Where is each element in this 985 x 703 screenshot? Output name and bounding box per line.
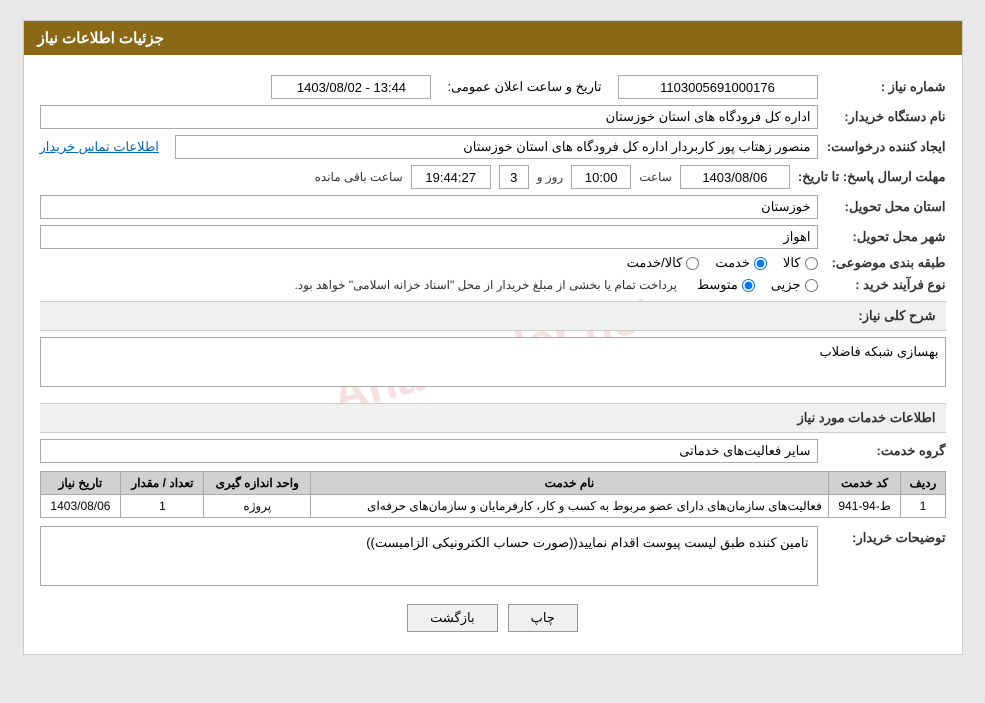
category-kala-khedmat[interactable]: کالا/خدمت <box>627 255 700 271</box>
need-desc-section-header: شرح کلی نیاز: <box>40 301 946 331</box>
purchase-type-motavasset-label: متوسط <box>697 277 738 293</box>
category-kala-khedmat-label: کالا/خدمت <box>627 255 683 271</box>
creator-label: ایجاد کننده درخواست: <box>826 139 946 155</box>
purchase-type-jozi[interactable]: جزیی <box>771 277 818 293</box>
need-number-value: 1103005691000176 <box>618 75 818 99</box>
deadline-time-label: ساعت <box>639 170 672 184</box>
category-kala[interactable]: کالا <box>783 255 818 271</box>
category-kala-radio[interactable] <box>805 257 818 270</box>
category-kala-khedmat-radio[interactable] <box>686 257 699 270</box>
announce-date-value: 1403/08/02 - 13:44 <box>271 75 431 99</box>
services-section-label: اطلاعات خدمات مورد نیاز <box>797 410 935 425</box>
need-number-label: شماره نیاز : <box>826 79 946 95</box>
page-title: جزئیات اطلاعات نیاز <box>38 30 165 47</box>
col-row: ردیف <box>901 472 945 495</box>
services-table: ردیف کد خدمت نام خدمت واحد اندازه گیری ت… <box>40 471 946 518</box>
deadline-remaining-label: ساعت باقی مانده <box>315 170 403 184</box>
purchase-type-jozi-radio[interactable] <box>805 279 818 292</box>
purchase-type-motavasset-radio[interactable] <box>742 279 755 292</box>
table-cell-0: 1 <box>901 495 945 518</box>
back-button[interactable]: بازگشت <box>407 604 497 632</box>
deadline-date: 1403/08/06 <box>680 165 790 189</box>
purchase-type-note: پرداخت تمام یا بخشی از مبلغ خریدار از مح… <box>294 278 677 292</box>
col-count: تعداد / مقدار <box>121 472 204 495</box>
table-cell-3: پروژه <box>204 495 311 518</box>
category-kala-label: کالا <box>783 255 801 271</box>
col-name: نام خدمت <box>311 472 829 495</box>
need-desc-value: بهسازی شبکه فاضلاب <box>40 337 946 387</box>
province-label: استان محل تحویل: <box>826 199 946 215</box>
purchase-type-jozi-label: جزیی <box>771 277 801 293</box>
col-date: تاریخ نیاز <box>40 472 121 495</box>
deadline-time: 10:00 <box>571 165 631 189</box>
table-cell-4: 1 <box>121 495 204 518</box>
deadline-day-label: روز و <box>537 170 564 184</box>
category-khedmat[interactable]: خدمت <box>715 255 767 271</box>
buyer-desc-label: توضیحات خریدار: <box>826 530 946 546</box>
need-desc-label: شرح کلی نیاز: <box>858 308 935 323</box>
services-table-section: ردیف کد خدمت نام خدمت واحد اندازه گیری ت… <box>40 471 946 518</box>
print-button[interactable]: چاپ <box>508 604 578 632</box>
category-radio-group: کالا خدمت کالا/خدمت <box>627 255 818 271</box>
buyer-org-value: اداره کل فرودگاه های استان خوزستان <box>40 105 818 129</box>
city-value: اهواز <box>40 225 818 249</box>
service-group-value: سایر فعالیت‌های خدماتی <box>40 439 818 463</box>
page-header: جزئیات اطلاعات نیاز <box>24 21 962 55</box>
buttons-row: چاپ بازگشت <box>40 592 946 644</box>
deadline-label: مهلت ارسال پاسخ: تا تاریخ: <box>798 169 946 185</box>
table-row: 1ط-94-941فعالیت‌های سازمان‌های دارای عضو… <box>40 495 945 518</box>
deadline-remaining: 19:44:27 <box>411 165 491 189</box>
purchase-type-motavasset[interactable]: متوسط <box>697 277 755 293</box>
buyer-org-label: نام دستگاه خریدار: <box>826 109 946 125</box>
category-khedmat-label: خدمت <box>715 255 750 271</box>
col-unit: واحد اندازه گیری <box>204 472 311 495</box>
city-label: شهر محل تحویل: <box>826 229 946 245</box>
table-cell-2: فعالیت‌های سازمان‌های دارای عضو مربوط به… <box>311 495 829 518</box>
buyer-desc-value: تامین کننده طبق لیست پیوست اقدام نمایید(… <box>40 526 818 586</box>
category-label: طبقه بندی موضوعی: <box>826 255 946 271</box>
deadline-days: 3 <box>499 165 529 189</box>
service-group-label: گروه خدمت: <box>826 443 946 459</box>
province-value: خوزستان <box>40 195 818 219</box>
announce-date-label: تاریخ و ساعت اعلان عمومی: <box>447 79 601 95</box>
contact-link[interactable]: اطلاعات تماس خریدار <box>40 139 159 155</box>
col-code: کد خدمت <box>828 472 900 495</box>
services-section-header: اطلاعات خدمات مورد نیاز <box>40 403 946 433</box>
purchase-type-label: نوع فرآیند خرید : <box>826 277 946 293</box>
category-khedmat-radio[interactable] <box>754 257 767 270</box>
purchase-type-radio-group: جزیی متوسط <box>697 277 818 293</box>
table-cell-1: ط-94-941 <box>828 495 900 518</box>
creator-value: منصور زهتاب پور کاربردار اداره کل فرودگا… <box>175 135 818 159</box>
table-cell-5: 1403/08/06 <box>40 495 121 518</box>
